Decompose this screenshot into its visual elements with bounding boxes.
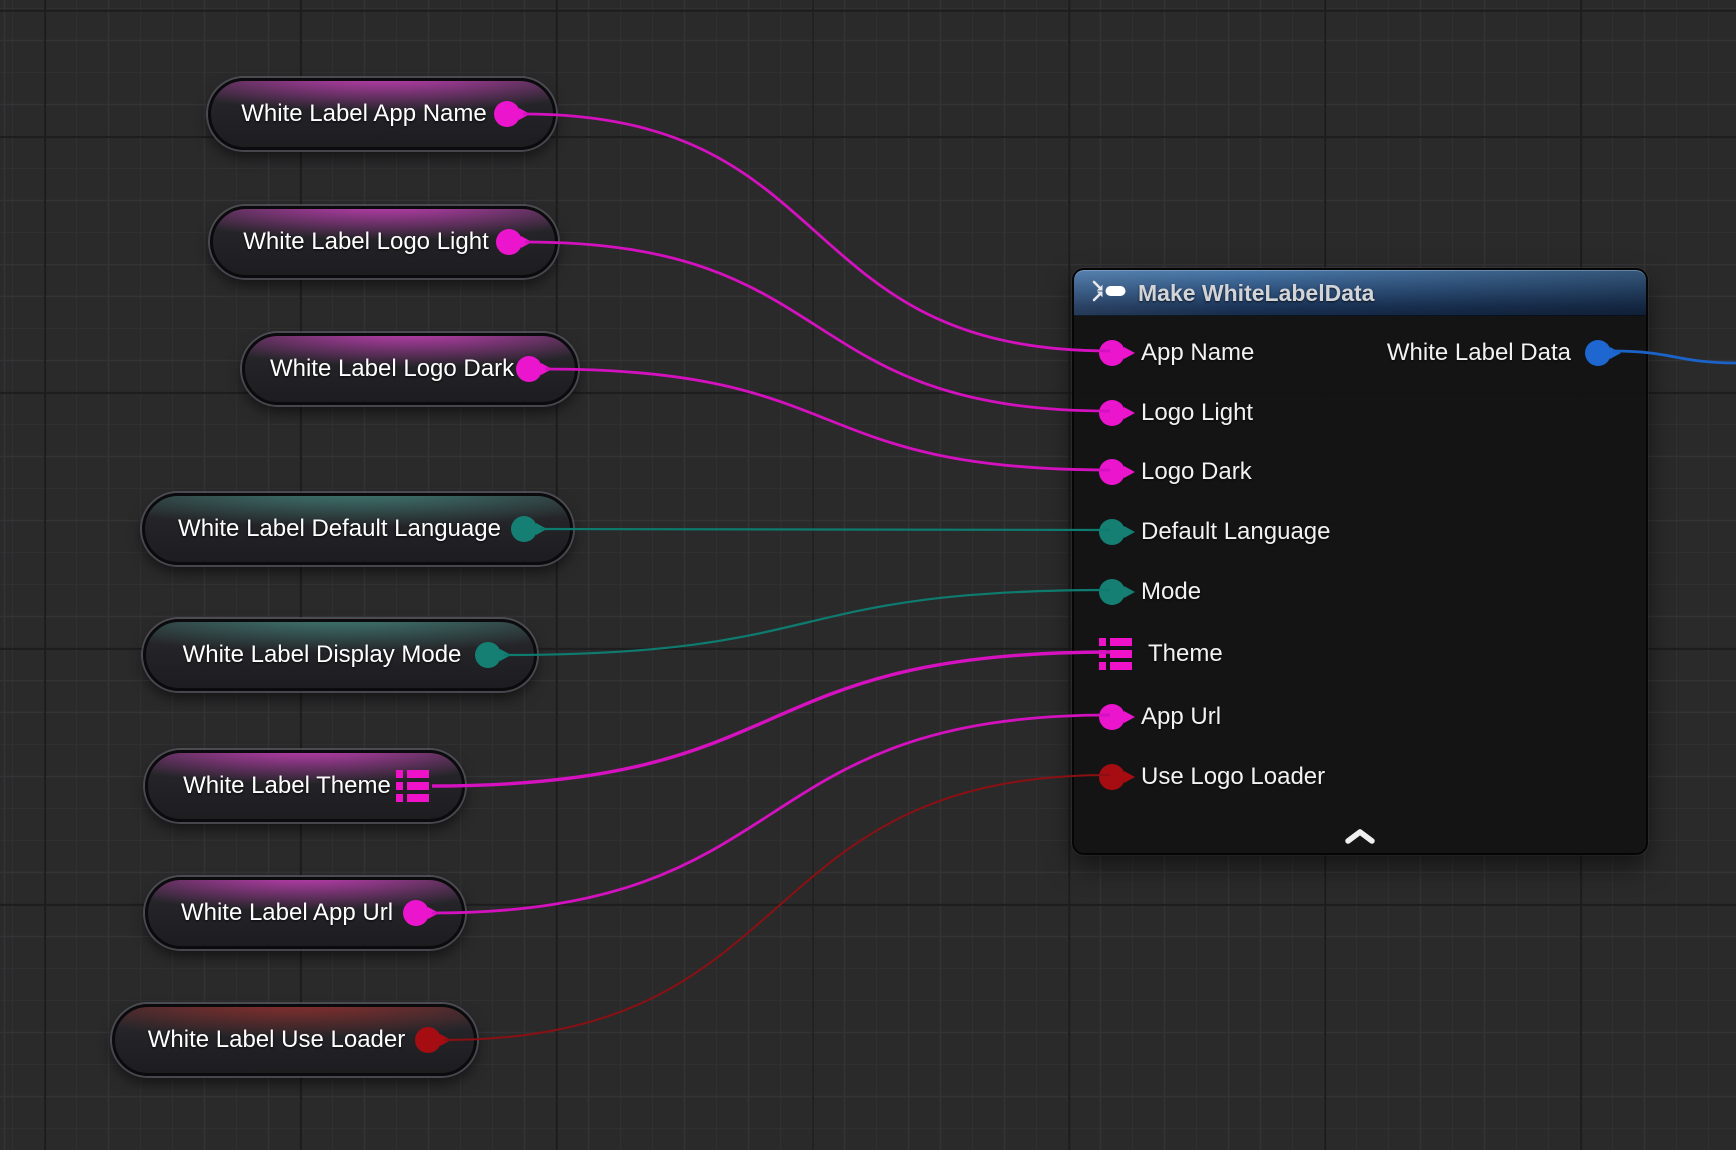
variable-node-label: White Label Use Loader	[148, 1026, 405, 1054]
pin-white-label-display-mode-output[interactable]	[475, 642, 501, 668]
wire-white-label-app-url-to-make-node[interactable]	[432, 715, 1110, 913]
input-pin-row-theme: Theme	[1099, 637, 1223, 671]
output-pin-label: White Label Data	[1387, 339, 1571, 367]
variable-node-label: White Label App Url	[181, 899, 393, 927]
pin-white-label-data-output[interactable]	[1585, 340, 1611, 366]
input-pin-label: Mode	[1141, 578, 1201, 606]
variable-node-white-label-app-name[interactable]: White Label App Name	[208, 78, 556, 150]
variable-node-white-label-default-language[interactable]: White Label Default Language	[142, 493, 573, 565]
input-pin-row-mode: Mode	[1099, 575, 1201, 609]
wire-white-label-logo-dark-to-make-node[interactable]	[545, 369, 1110, 470]
pin-app-url-input[interactable]	[1099, 704, 1125, 730]
variable-node-white-label-display-mode[interactable]: White Label Display Mode	[143, 619, 537, 691]
pin-default-language-input[interactable]	[1099, 519, 1125, 545]
wire-white-label-display-mode-to-make-node[interactable]	[504, 590, 1110, 655]
variable-node-label: White Label App Name	[241, 100, 486, 128]
input-pin-label: Logo Dark	[1141, 458, 1252, 486]
variable-node-label: White Label Default Language	[178, 515, 501, 543]
input-pin-row-app-url: App Url	[1099, 700, 1221, 734]
variable-node-label: White Label Display Mode	[183, 641, 462, 669]
chevron-up-icon[interactable]	[1344, 828, 1376, 845]
variable-node-label: White Label Theme	[183, 772, 391, 800]
variable-node-white-label-use-loader[interactable]: White Label Use Loader	[112, 1004, 477, 1076]
variable-node-white-label-app-url[interactable]: White Label App Url	[145, 877, 465, 949]
make-struct-icon	[1092, 280, 1126, 307]
pin-white-label-theme-output[interactable]	[396, 770, 429, 802]
input-pin-row-logo-dark: Logo Dark	[1099, 455, 1252, 489]
variable-node-white-label-logo-dark[interactable]: White Label Logo Dark	[242, 333, 578, 405]
input-pin-label: App Url	[1141, 703, 1221, 731]
pin-theme-input[interactable]	[1099, 638, 1132, 670]
pin-app-name-input[interactable]	[1099, 340, 1125, 366]
pin-use-logo-loader-input[interactable]	[1099, 764, 1125, 790]
input-pin-label: Logo Light	[1141, 399, 1253, 427]
pin-white-label-app-name-output[interactable]	[494, 101, 520, 127]
variable-node-white-label-logo-light[interactable]: White Label Logo Light	[210, 206, 558, 278]
pin-mode-input[interactable]	[1099, 579, 1125, 605]
variable-node-label: White Label Logo Light	[243, 228, 489, 256]
input-pin-row-logo-light: Logo Light	[1099, 396, 1253, 430]
wire-white-label-use-loader-to-make-node[interactable]	[444, 775, 1110, 1040]
input-pin-label: Use Logo Loader	[1141, 763, 1325, 791]
input-pin-label: Theme	[1148, 640, 1223, 668]
wire-white-label-theme-to-make-node[interactable]	[432, 652, 1110, 786]
pin-white-label-app-url-output[interactable]	[403, 900, 429, 926]
make-node-header[interactable]: Make WhiteLabelData	[1074, 270, 1646, 316]
pin-white-label-default-language-output[interactable]	[511, 516, 537, 542]
input-pin-row-use-logo-loader: Use Logo Loader	[1099, 760, 1325, 794]
variable-node-label: White Label Logo Dark	[270, 355, 514, 383]
input-pin-label: App Name	[1141, 339, 1254, 367]
output-pin-row-white-label-data: White Label Data	[1387, 336, 1611, 370]
pin-logo-light-input[interactable]	[1099, 400, 1125, 426]
input-pin-row-default-language: Default Language	[1099, 515, 1331, 549]
pin-white-label-logo-light-output[interactable]	[496, 229, 522, 255]
pin-white-label-logo-dark-output[interactable]	[516, 356, 542, 382]
blueprint-graph-canvas[interactable]: White Label App Name White Label Logo Lig…	[0, 0, 1736, 1150]
make-node-title: Make WhiteLabelData	[1138, 280, 1374, 307]
input-pin-row-app-name: App Name	[1099, 336, 1254, 370]
wire-white-label-app-name-to-make-node[interactable]	[523, 114, 1110, 351]
wire-white-label-default-language-to-make-node[interactable]	[540, 529, 1110, 530]
wire-white-label-logo-light-to-make-node[interactable]	[525, 242, 1110, 411]
pin-logo-dark-input[interactable]	[1099, 459, 1125, 485]
make-whitelabeldata-node[interactable]: Make WhiteLabelData App Name Logo Light Log…	[1072, 268, 1648, 855]
pin-white-label-use-loader-output[interactable]	[415, 1027, 441, 1053]
variable-node-white-label-theme[interactable]: White Label Theme	[145, 750, 465, 822]
input-pin-label: Default Language	[1141, 518, 1331, 546]
